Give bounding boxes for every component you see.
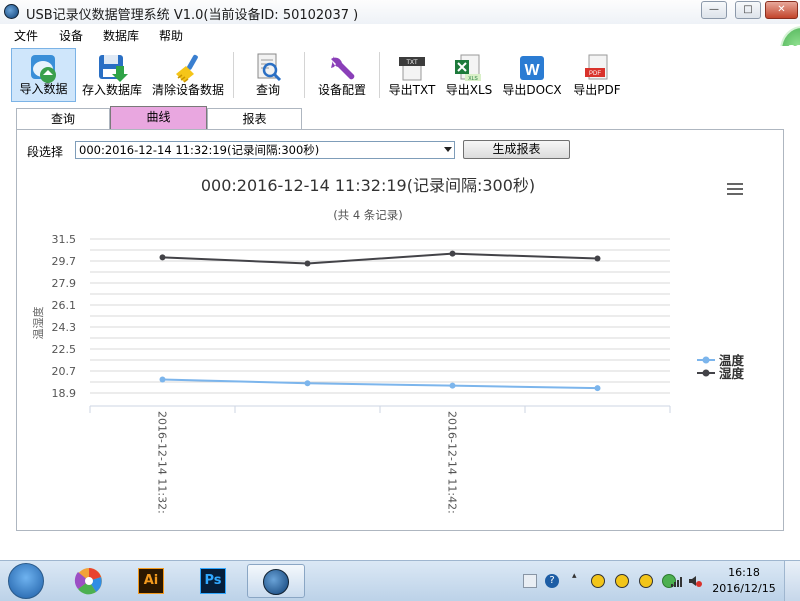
segment-select[interactable]: 000:2016-12-14 11:32:19(记录间隔:300秒): [75, 141, 455, 159]
save-to-database-icon: [99, 55, 128, 82]
docx-file-icon: W: [520, 56, 544, 80]
y-tick-label: 24.3: [52, 321, 77, 334]
line-chart: 000:2016-12-14 11:32:19(记录间隔:300秒) (共 4 …: [31, 176, 745, 514]
y-axis-label: 温湿度: [31, 307, 45, 340]
tab-bar: 查询 曲线 报表: [16, 106, 800, 130]
y-tick-label: 22.5: [52, 343, 77, 356]
clock[interactable]: 16:18 2016/12/15: [712, 565, 776, 597]
y-tick-label: 27.9: [52, 277, 77, 290]
clock-time: 16:18: [728, 566, 760, 579]
x-tick-label: 2016-12-14 11:32:: [156, 411, 169, 514]
segment-label: 段选择: [27, 145, 64, 159]
usb-logger-app-icon[interactable]: [247, 564, 305, 598]
photoshop-icon[interactable]: Ps: [190, 564, 236, 598]
network-icon[interactable]: [670, 574, 684, 588]
export-docx-button[interactable]: W 导出DOCX: [501, 48, 563, 102]
qq-icon[interactable]: [615, 574, 629, 588]
y-tick-label: 20.7: [52, 365, 77, 378]
y-tick-label: 31.5: [52, 233, 77, 246]
menu-file[interactable]: 文件: [14, 27, 38, 44]
export-pdf-label: 导出PDF: [573, 83, 621, 97]
qq-icon[interactable]: [591, 574, 605, 588]
device-config-button[interactable]: 设备配置: [315, 48, 369, 102]
legend-marker: [702, 369, 710, 377]
pdf-file-icon: PDF: [585, 54, 608, 80]
app-logo-icon: [4, 4, 19, 19]
y-tick-label: 18.9: [52, 387, 77, 400]
data-point[interactable]: [159, 376, 166, 383]
tab-report[interactable]: 报表: [207, 108, 302, 130]
menu-help[interactable]: 帮助: [159, 27, 183, 44]
data-point[interactable]: [159, 254, 166, 261]
toolbar-separator: [379, 52, 380, 98]
export-txt-button[interactable]: TXT 导出TXT: [386, 48, 438, 102]
import-data-button[interactable]: 导入数据: [11, 48, 76, 102]
taskbar: Ai Ps ? ▴ 16:18 2016/12/15: [0, 560, 800, 601]
clear-device-data-label: 清除设备数据: [151, 83, 224, 97]
menu-bar: 文件 设备 数据库 帮助: [0, 24, 800, 46]
svg-text:W: W: [524, 62, 540, 79]
clear-device-data-button[interactable]: 清除设备数据: [149, 48, 227, 102]
clock-date: 2016/12/15: [712, 582, 776, 595]
chevron-down-icon: [444, 147, 452, 152]
data-point[interactable]: [304, 380, 311, 387]
data-point[interactable]: [449, 382, 456, 389]
y-tick-label: 29.7: [52, 255, 77, 268]
query-button[interactable]: 查询: [247, 48, 289, 102]
maximize-button[interactable]: □: [735, 1, 761, 19]
y-tick-label: 26.1: [52, 299, 77, 312]
toolbar-separator: [233, 52, 234, 98]
import-data-label: 导入数据: [19, 82, 68, 96]
keyboard-icon[interactable]: [523, 574, 537, 588]
series-line: [162, 252, 598, 265]
svg-text:TXT: TXT: [406, 60, 418, 66]
wrench-icon: [331, 56, 355, 80]
export-docx-label: 导出DOCX: [502, 83, 562, 97]
data-point[interactable]: [449, 250, 456, 257]
data-point[interactable]: [594, 255, 601, 262]
qq-icon[interactable]: [639, 574, 653, 588]
export-xls-label: 导出XLS: [445, 83, 493, 97]
start-button[interactable]: [8, 563, 44, 599]
tray-expand-icon[interactable]: ▴: [572, 571, 580, 589]
data-point[interactable]: [304, 260, 311, 267]
window-title: USB记录仪数据管理系统 V1.0(当前设备ID: 50102037 ): [26, 8, 359, 23]
device-config-label: 设备配置: [317, 83, 366, 97]
data-point[interactable]: [594, 385, 601, 392]
menu-device[interactable]: 设备: [59, 27, 83, 44]
export-pdf-button[interactable]: PDF 导出PDF: [570, 48, 624, 102]
tab-curve[interactable]: 曲线: [110, 106, 207, 130]
query-icon: [257, 53, 282, 82]
chart-menu-icon[interactable]: [727, 183, 743, 195]
clear-device-icon: [176, 54, 198, 83]
export-txt-label: 导出TXT: [388, 83, 436, 97]
query-label: 查询: [255, 83, 280, 97]
save-to-database-button[interactable]: 存入数据库: [79, 48, 145, 102]
legend-label[interactable]: 湿度: [719, 366, 745, 381]
chart-subtitle: (共 4 条记录): [333, 208, 403, 222]
x-tick-label: 2016-12-14 11:42:: [446, 411, 459, 514]
help-icon[interactable]: ?: [545, 574, 559, 588]
svg-text:PDF: PDF: [589, 71, 601, 77]
segment-selected-value: 000:2016-12-14 11:32:19(记录间隔:300秒): [79, 143, 320, 157]
title-bar: USB记录仪数据管理系统 V1.0(当前设备ID: 50102037 ) — □…: [0, 0, 800, 25]
menu-database[interactable]: 数据库: [103, 27, 139, 44]
toolbar-separator: [304, 52, 305, 98]
series-line: [162, 378, 598, 390]
color-wheel-app-icon[interactable]: [66, 564, 112, 598]
tab-query[interactable]: 查询: [16, 108, 110, 130]
chart-title: 000:2016-12-14 11:32:19(记录间隔:300秒): [201, 176, 535, 195]
xls-file-icon: XLS: [455, 54, 481, 82]
generate-report-button[interactable]: 生成报表: [463, 140, 570, 159]
close-button[interactable]: ✕: [765, 1, 798, 19]
txt-file-icon: TXT: [399, 57, 425, 81]
legend-marker: [702, 356, 710, 364]
show-desktop-button[interactable]: [784, 561, 800, 601]
toolbar: 导入数据 存入数据库 清除设备数据 查询 设备配置 TXT 导出TXT XLS …: [0, 46, 800, 104]
illustrator-icon[interactable]: Ai: [128, 564, 174, 598]
save-to-database-label: 存入数据库: [81, 83, 142, 97]
export-xls-button[interactable]: XLS 导出XLS: [444, 48, 494, 102]
volume-muted-icon[interactable]: [688, 574, 702, 588]
minimize-button[interactable]: —: [701, 1, 727, 19]
